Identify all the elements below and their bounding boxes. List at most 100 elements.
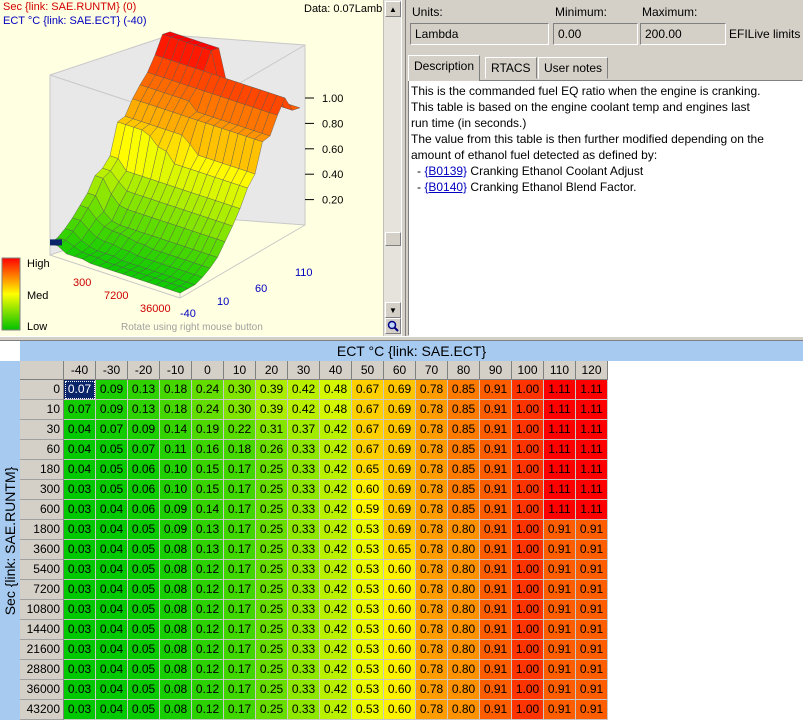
table-cell[interactable]: 0.12 <box>192 680 224 700</box>
chart-vertical-scrollbar[interactable]: ▲ ▼ <box>383 0 401 336</box>
column-header[interactable]: 40 <box>320 361 352 380</box>
table-cell[interactable]: 1.11 <box>576 440 608 460</box>
table-cell[interactable]: 0.42 <box>320 560 352 580</box>
table-cell[interactable]: 0.30 <box>224 380 256 400</box>
table-cell[interactable]: 0.91 <box>576 580 608 600</box>
table-cell[interactable]: 1.00 <box>512 480 544 500</box>
table-cell[interactable]: 0.91 <box>576 600 608 620</box>
table-cell[interactable]: 0.42 <box>320 480 352 500</box>
table-cell[interactable]: 0.07 <box>64 400 96 420</box>
table-cell[interactable]: 0.78 <box>416 660 448 680</box>
table-cell[interactable]: 0.53 <box>352 560 384 580</box>
table-cell[interactable]: 0.17 <box>224 600 256 620</box>
table-cell[interactable]: 0.78 <box>416 480 448 500</box>
table-cell[interactable]: 0.78 <box>416 620 448 640</box>
row-header[interactable]: 5400 <box>20 560 64 580</box>
table-cell[interactable]: 0.91 <box>480 440 512 460</box>
table-cell[interactable]: 0.91 <box>544 520 576 540</box>
maximum-field[interactable]: 200.00 <box>640 23 726 45</box>
link-b0140[interactable]: {B0140} <box>424 180 467 194</box>
table-cell[interactable]: 0.04 <box>96 500 128 520</box>
table-cell[interactable]: 0.60 <box>384 580 416 600</box>
table-cell[interactable]: 0.69 <box>384 520 416 540</box>
table-cell[interactable]: 0.17 <box>224 640 256 660</box>
table-cell[interactable]: 0.33 <box>288 480 320 500</box>
table-cell[interactable]: 1.00 <box>512 600 544 620</box>
table-cell[interactable]: 0.85 <box>448 400 480 420</box>
table-cell[interactable]: 0.65 <box>384 540 416 560</box>
table-cell[interactable]: 0.10 <box>160 460 192 480</box>
table-cell[interactable]: 0.78 <box>416 580 448 600</box>
table-cell[interactable]: 0.91 <box>480 520 512 540</box>
table-cell[interactable]: 0.78 <box>416 400 448 420</box>
table-cell[interactable]: 0.78 <box>416 700 448 720</box>
table-cell[interactable]: 0.91 <box>480 640 512 660</box>
table-cell[interactable]: 0.33 <box>288 500 320 520</box>
table-cell[interactable]: 0.19 <box>192 420 224 440</box>
column-header[interactable]: 50 <box>352 361 384 380</box>
table-cell[interactable]: 0.53 <box>352 540 384 560</box>
table-cell[interactable]: 0.65 <box>352 460 384 480</box>
table-cell[interactable]: 0.18 <box>224 440 256 460</box>
table-cell[interactable]: 0.08 <box>160 640 192 660</box>
table-cell[interactable]: 0.42 <box>288 400 320 420</box>
table-cell[interactable]: 0.25 <box>256 700 288 720</box>
table-cell[interactable]: 0.53 <box>352 660 384 680</box>
row-header[interactable]: 180 <box>20 460 64 480</box>
table-cell[interactable]: 0.91 <box>480 400 512 420</box>
table-cell[interactable]: 0.91 <box>576 660 608 680</box>
table-cell[interactable]: 1.00 <box>512 580 544 600</box>
table-cell[interactable]: 0.26 <box>256 440 288 460</box>
table-cell[interactable]: 0.05 <box>128 560 160 580</box>
table-cell[interactable]: 0.18 <box>160 380 192 400</box>
table-cell[interactable]: 0.17 <box>224 680 256 700</box>
table-cell[interactable]: 0.17 <box>224 560 256 580</box>
table-cell[interactable]: 0.04 <box>64 440 96 460</box>
table-cell[interactable]: 0.78 <box>416 560 448 580</box>
units-field[interactable]: Lambda <box>410 23 549 45</box>
table-cell[interactable]: 0.04 <box>96 580 128 600</box>
table-cell[interactable]: 0.25 <box>256 680 288 700</box>
table-cell[interactable]: 0.24 <box>192 400 224 420</box>
row-header[interactable]: 3600 <box>20 540 64 560</box>
table-cell[interactable]: 0.53 <box>352 580 384 600</box>
table-cell[interactable]: 0.69 <box>384 440 416 460</box>
table-cell[interactable]: 0.09 <box>160 500 192 520</box>
table-cell[interactable]: 0.12 <box>192 640 224 660</box>
table-cell[interactable]: 0.30 <box>224 400 256 420</box>
table-cell[interactable]: 0.25 <box>256 620 288 640</box>
table-cell[interactable]: 0.91 <box>480 660 512 680</box>
table-cell[interactable]: 0.33 <box>288 560 320 580</box>
table-cell[interactable]: 0.14 <box>192 500 224 520</box>
table-cell[interactable]: 0.80 <box>448 660 480 680</box>
table-cell[interactable]: 0.03 <box>64 600 96 620</box>
row-header[interactable]: 30 <box>20 420 64 440</box>
column-header[interactable]: 70 <box>416 361 448 380</box>
table-cell[interactable]: 0.60 <box>384 560 416 580</box>
table-cell[interactable]: 0.91 <box>480 680 512 700</box>
table-cell[interactable]: 0.60 <box>384 620 416 640</box>
scroll-up-button[interactable]: ▲ <box>385 1 401 17</box>
table-cell[interactable]: 0.91 <box>576 560 608 580</box>
table-corner[interactable] <box>20 361 64 380</box>
column-header[interactable]: 60 <box>384 361 416 380</box>
table-cell[interactable]: 0.25 <box>256 660 288 680</box>
table-cell[interactable]: 0.17 <box>224 520 256 540</box>
column-header[interactable]: 0 <box>192 361 224 380</box>
table-cell[interactable]: 0.42 <box>288 380 320 400</box>
table-cell[interactable]: 0.04 <box>64 420 96 440</box>
table-cell[interactable]: 0.33 <box>288 520 320 540</box>
table-cell[interactable]: 0.04 <box>96 680 128 700</box>
table-cell[interactable]: 0.78 <box>416 600 448 620</box>
table-cell[interactable]: 1.00 <box>512 440 544 460</box>
table-cell[interactable]: 0.60 <box>352 480 384 500</box>
table-cell[interactable]: 0.13 <box>192 520 224 540</box>
column-header[interactable]: -40 <box>64 361 96 380</box>
table-cell[interactable]: 0.80 <box>448 700 480 720</box>
table-cell[interactable]: 0.91 <box>576 520 608 540</box>
table-cell[interactable]: 1.00 <box>512 420 544 440</box>
table-cell[interactable]: 0.08 <box>160 600 192 620</box>
table-cell[interactable]: 1.11 <box>544 440 576 460</box>
table-cell[interactable]: 0.08 <box>160 680 192 700</box>
table-cell[interactable]: 0.04 <box>96 520 128 540</box>
